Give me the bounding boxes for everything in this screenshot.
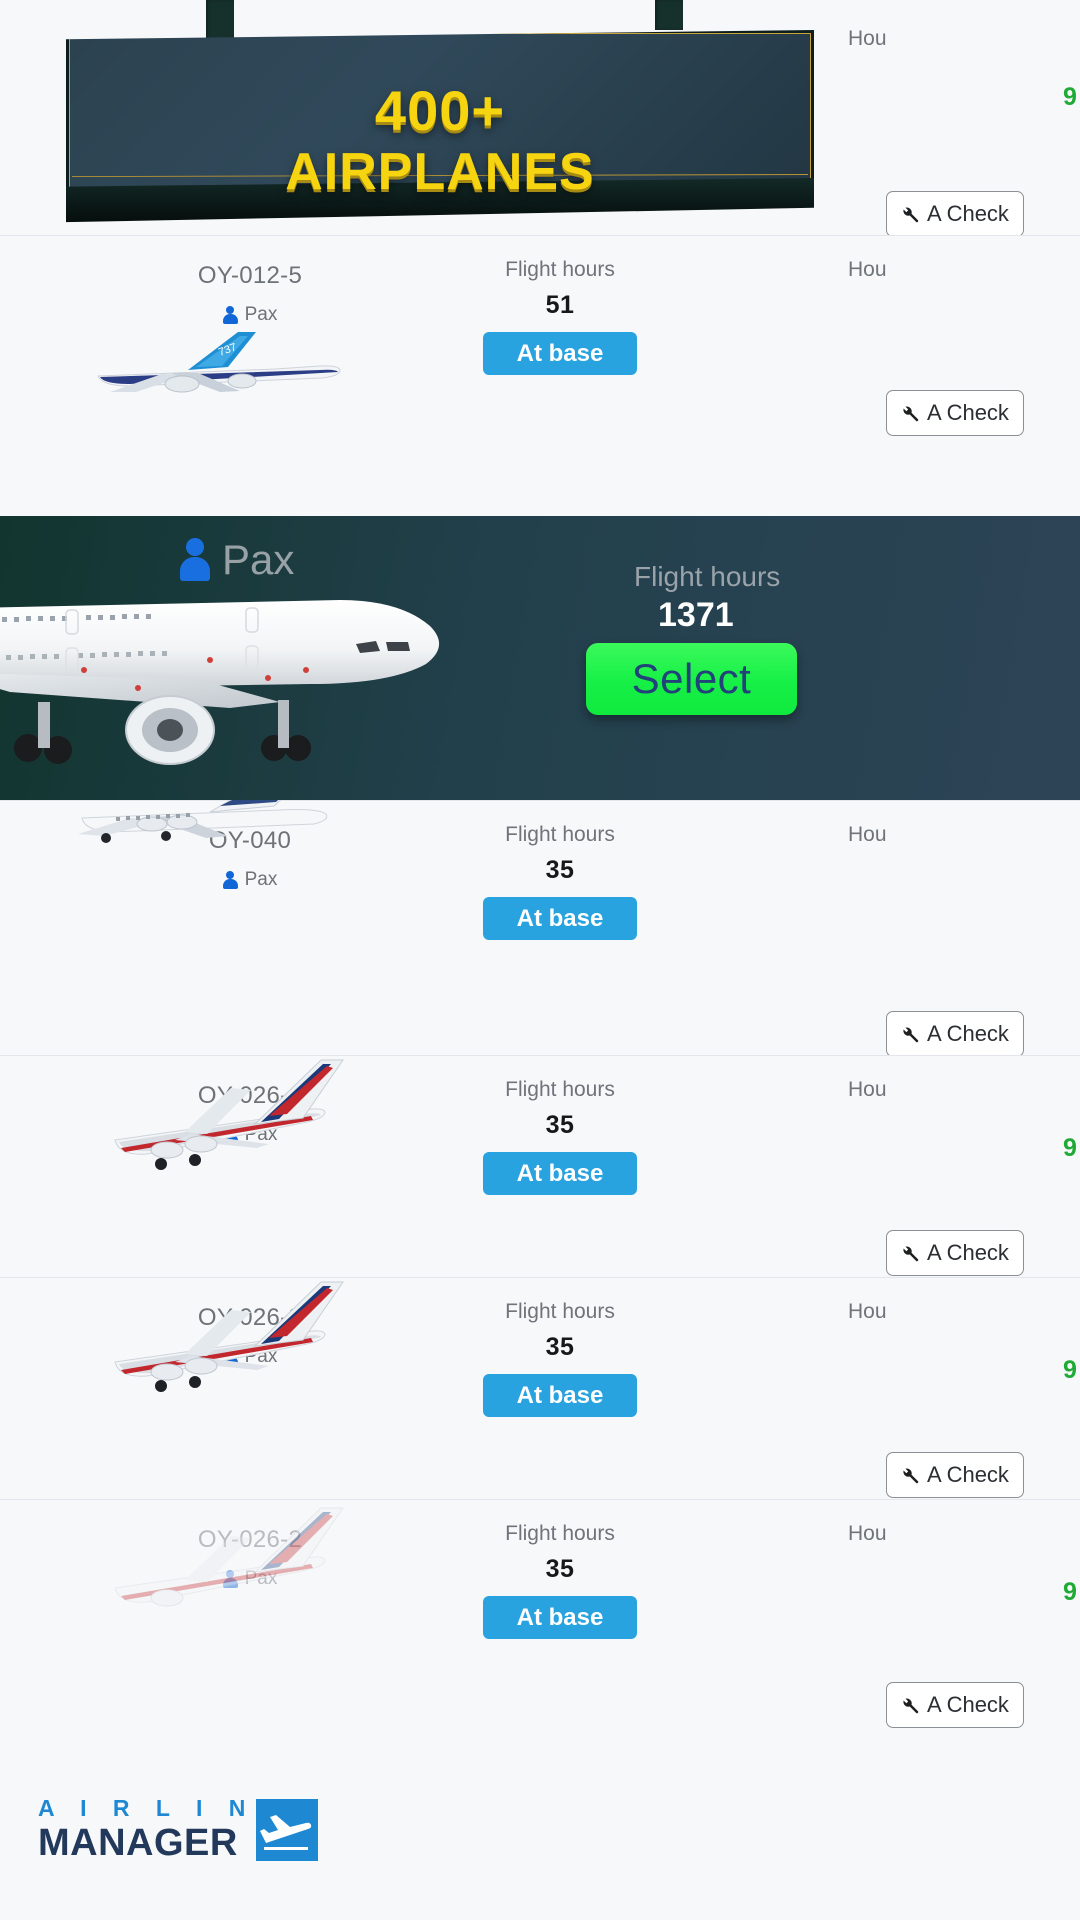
pax-label: Pax [244, 1346, 278, 1367]
banner-line-2: AIRPLANES [285, 143, 595, 201]
a-check-label: A Check [927, 1462, 1009, 1487]
flight-hours-label: Flight hours [505, 823, 615, 846]
a-check-label: A Check [927, 400, 1009, 425]
selected-flight-hours-label: Flight hours [634, 561, 781, 592]
aircraft-image: 737 [97, 332, 341, 393]
flight-hours-value: 35 [545, 1111, 575, 1139]
banner-line-1: 400+ [374, 79, 506, 142]
status-badge[interactable]: At base [482, 1596, 638, 1640]
hours-right-cell: Hou [848, 823, 1080, 847]
flight-hours-cell: Flight hours 35 At base [415, 823, 705, 941]
wrench-icon [903, 1697, 919, 1713]
table-row[interactable]: OY-012-5 Pax Flight hours 51 At base Hou… [0, 235, 1080, 436]
status-badge[interactable]: At base [482, 1152, 638, 1196]
hours-right-cell: Hou [848, 1078, 1080, 1102]
logo-plane-mark [256, 1799, 318, 1861]
banner-pole-right [655, 0, 683, 30]
flight-hours-cell: Flight hours 35 At base [415, 1078, 705, 1196]
table-row[interactable]: OY-026-4 Pax Flight hours 35 At base Hou… [0, 1055, 1080, 1277]
table-row[interactable]: OY-040 Pax Flight hours 35 At base Hou 9… [0, 761, 1080, 1057]
condition-pct: 9 [1063, 1134, 1077, 1162]
status-badge[interactable]: At base [482, 332, 638, 376]
svg-text:737: 737 [217, 341, 238, 359]
passenger-icon [222, 1125, 238, 1145]
condition-pct: 9 [1063, 1578, 1077, 1606]
hours-right-label: Hou [848, 823, 887, 846]
a-check-label: A Check [927, 1240, 1009, 1265]
pax-label: Pax [244, 1568, 278, 1589]
hours-right-cell: Hou [848, 258, 1080, 282]
passenger-icon [222, 870, 238, 890]
flight-hours-cell: Flight hours 35 At base [415, 1522, 705, 1640]
table-row[interactable]: OY-026-2 Pax Flight hours 35 At base Hou… [0, 1499, 1080, 1729]
table-row[interactable]: OY-026-3 Pax Flight hours 35 At base Hou… [0, 1277, 1080, 1499]
wrench-icon [903, 1245, 919, 1261]
flight-hours-label: Flight hours [505, 1522, 615, 1545]
hours-right-label: Hou [848, 1522, 887, 1545]
status-badge[interactable]: At base [482, 897, 638, 941]
wrench-icon [903, 1467, 919, 1483]
a-check-button[interactable]: A Check [886, 1452, 1024, 1498]
fleet-screen: Hou 9 A Check OY-012-5 Pax Flight hours … [0, 0, 1080, 1920]
passenger-icon [222, 1569, 238, 1589]
hours-right-label: Hou [848, 1300, 887, 1323]
hours-right-cell: Hou [848, 1522, 1080, 1546]
takeoff-plane-icon [260, 1815, 312, 1850]
flight-hours-value: 35 [545, 1555, 575, 1583]
passenger-icon [222, 1347, 238, 1367]
promo-banner: 400+ AIRPLANES [0, 0, 1080, 235]
flight-hours-cell: Flight hours 51 At base [415, 258, 705, 376]
pax-label: Pax [244, 304, 278, 325]
selected-aircraft-row[interactable]: Pax Flight hours 1371 Select [0, 516, 1080, 800]
a-check-label: A Check [927, 1692, 1009, 1717]
banner-sign: 400+ AIRPLANES [66, 30, 814, 223]
flight-hours-value: 51 [545, 291, 575, 319]
hours-right-label: Hou [848, 1078, 887, 1101]
a-check-label: A Check [927, 1021, 1009, 1046]
status-badge[interactable]: At base [482, 1374, 638, 1418]
a-check-button[interactable]: A Check [886, 1682, 1024, 1728]
flight-hours-value: 35 [545, 856, 575, 884]
wrench-icon [903, 1026, 919, 1042]
hours-right-cell: Hou [848, 1300, 1080, 1324]
a-check-button[interactable]: A Check [886, 1011, 1024, 1057]
a-check-button[interactable]: A Check [886, 390, 1024, 436]
selected-aircraft-image [0, 600, 439, 765]
a-check-button[interactable]: A Check [886, 1230, 1024, 1276]
flight-hours-label: Flight hours [505, 258, 615, 281]
passenger-icon [222, 305, 238, 325]
airline-manager-logo: A I R L I N E MANAGER [38, 1797, 318, 1875]
flight-hours-value: 35 [545, 1333, 575, 1361]
pax-label: Pax [244, 1124, 278, 1145]
condition-pct: 9 [1063, 1356, 1077, 1384]
wrench-icon [903, 405, 919, 421]
flight-hours-label: Flight hours [505, 1078, 615, 1101]
flight-hours-cell: Flight hours 35 At base [415, 1300, 705, 1418]
pax-label: Pax [244, 869, 278, 890]
selected-flight-hours-value: 1371 [658, 596, 734, 634]
flight-hours-label: Flight hours [505, 1300, 615, 1323]
hours-right-label: Hou [848, 258, 887, 281]
